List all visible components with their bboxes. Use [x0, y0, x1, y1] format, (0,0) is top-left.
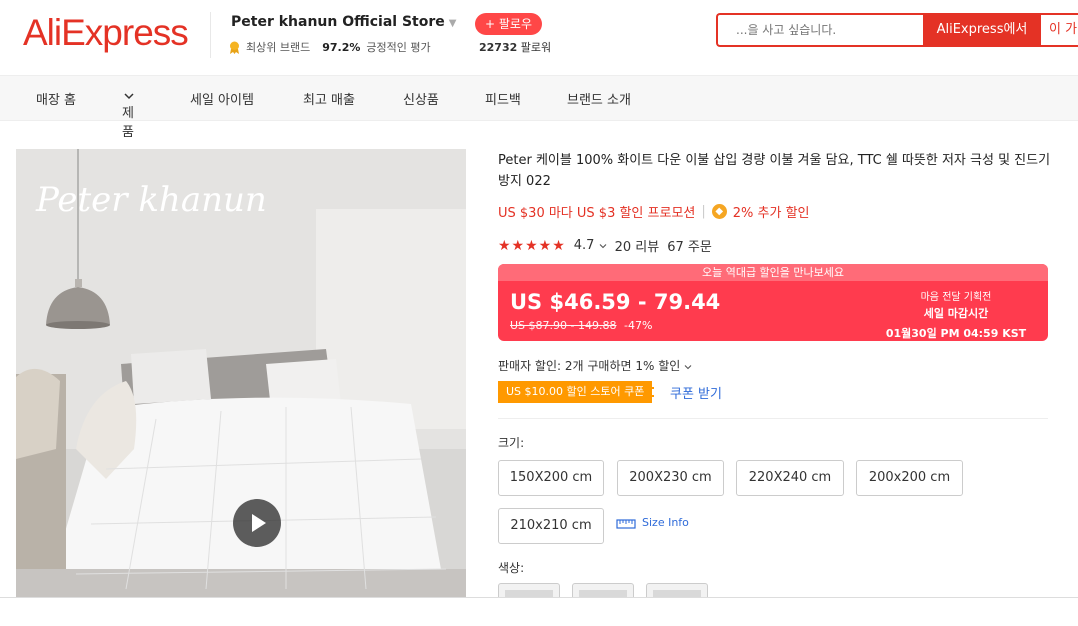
review-count[interactable]: 20 리뷰 [615, 236, 660, 255]
nav-store-home[interactable]: 매장 홈 [36, 89, 76, 108]
seller-discount-text[interactable]: 판매자 할인: 2개 구매하면 1% 할인 [498, 359, 680, 373]
store-header: AliExpress Peter khanun Official Store ▼ … [0, 0, 1078, 76]
store-rating: 97.2% [322, 40, 361, 54]
product-title: Peter 케이블 100% 화이트 다운 이불 삽입 경량 이불 겨울 담요,… [498, 153, 1051, 189]
size-label: 크기: [498, 436, 525, 450]
brand-watermark: Peter khanun [35, 180, 267, 220]
ruler-icon[interactable] [616, 517, 636, 529]
nav-sale-items[interactable]: 세일 아이템 [190, 89, 254, 108]
store-badge: 최상위 브랜드 [246, 41, 311, 54]
nav-products-label[interactable]: 제품 [122, 102, 134, 140]
sale-event-name: 마음 전달 기획전 [920, 292, 992, 303]
followers-label: 팔로워 [520, 41, 552, 54]
promo-separator: | [701, 204, 706, 219]
search-input[interactable] [716, 13, 926, 47]
store-rating-label: 긍정적인 평가 [366, 41, 431, 54]
original-price-row: US $87.90 - 149.88 -47% [510, 319, 652, 332]
search-store-button[interactable]: 이 가 [1041, 13, 1078, 47]
size-info-link[interactable]: Size Info [616, 516, 689, 529]
store-meta: 최상위 브랜드 97.2% 긍정적인 평가 [229, 39, 431, 55]
deal-banner-title: 오늘 역대급 할인을 만나보세요 [498, 264, 1048, 281]
store-nav: 매장 홈 제품 세일 아이템 최고 매출 신상품 피드백 브랜드 소개 [0, 76, 1078, 140]
header-divider [210, 12, 211, 58]
promotion-line[interactable]: US $30 마다 US $3 할인 프로모션 | ◆ 2% 추가 할인 [498, 202, 810, 221]
sale-timer: 마음 전달 기획전 세일 마감시간 01월30일 PM 04:59 KST [876, 288, 1036, 341]
price: US $46.59 - 79.44 [510, 290, 721, 314]
store-coupon-tag[interactable]: US $10.00 할인 스토어 쿠폰 [498, 381, 655, 403]
size-option[interactable]: 220X240 cm [736, 460, 844, 496]
chevron-down-icon[interactable]: ▼ [449, 18, 457, 29]
deal-banner: 오늘 역대급 할인을 만나보세요 US $46.59 - 79.44 US $8… [498, 264, 1048, 341]
rating-stars: ★★★★★ [498, 237, 566, 254]
followers-count: 22732 [479, 41, 518, 54]
size-option[interactable]: 150X200 cm [498, 460, 604, 496]
nav-feedback[interactable]: 피드백 [485, 89, 521, 108]
chevron-down-icon[interactable] [599, 243, 607, 249]
medal-icon [230, 41, 239, 54]
discount-percent: -47% [623, 319, 653, 332]
size-option[interactable]: 200x200 cm [856, 460, 963, 496]
bottom-blank [0, 598, 1078, 626]
store-name[interactable]: Peter khanun Official Store ▼ [231, 14, 456, 30]
promo-extra[interactable]: 2% 추가 할인 [733, 202, 810, 221]
get-coupon-link[interactable]: 쿠폰 받기 [670, 383, 722, 402]
nav-top-selling[interactable]: 최고 매출 [303, 89, 355, 108]
nav-brand-story[interactable]: 브랜드 소개 [567, 89, 631, 108]
chevron-down-icon[interactable] [684, 364, 692, 370]
coin-icon: ◆ [711, 204, 727, 219]
follow-button[interactable]: + 팔로우 [475, 13, 542, 35]
aliexpress-logo[interactable]: AliExpress [23, 12, 189, 54]
search-aliexpress-button[interactable]: AliExpress에서 [923, 13, 1041, 47]
color-label: 색상: [498, 561, 525, 575]
rating-row: ★★★★★ 4.7 20 리뷰 67 주문 [498, 236, 712, 256]
size-info-text[interactable]: Size Info [642, 516, 689, 529]
rating-value-text[interactable]: 4.7 [574, 238, 595, 253]
promo-text[interactable]: US $30 마다 US $3 할인 프로모션 [498, 202, 695, 221]
sale-end-label: 세일 마감시간 [923, 307, 989, 320]
seller-discount[interactable]: 판매자 할인: 2개 구매하면 1% 할인 [498, 357, 692, 374]
search-bar: AliExpress에서 이 가 [716, 13, 1078, 47]
nav-products[interactable]: 제품 [122, 89, 134, 140]
video-play-button[interactable] [233, 499, 281, 547]
store-name-text[interactable]: Peter khanun Official Store [231, 14, 445, 30]
play-icon[interactable] [233, 499, 281, 547]
followers: 22732 팔로워 [479, 39, 551, 55]
original-price: US $87.90 - 149.88 [510, 319, 617, 332]
product-image[interactable]: Peter khanun [16, 149, 466, 597]
size-option[interactable]: 210x210 cm [498, 508, 604, 544]
nav-new-arrivals[interactable]: 신상품 [403, 89, 439, 108]
order-count: 67 주문 [667, 240, 712, 255]
chevron-down-icon[interactable] [124, 92, 134, 100]
size-option[interactable]: 200X230 cm [617, 460, 724, 496]
sale-end-time: 01월30일 PM 04:59 KST [885, 327, 1027, 340]
section-divider [498, 418, 1048, 419]
rating-value[interactable]: 4.7 [574, 238, 607, 253]
